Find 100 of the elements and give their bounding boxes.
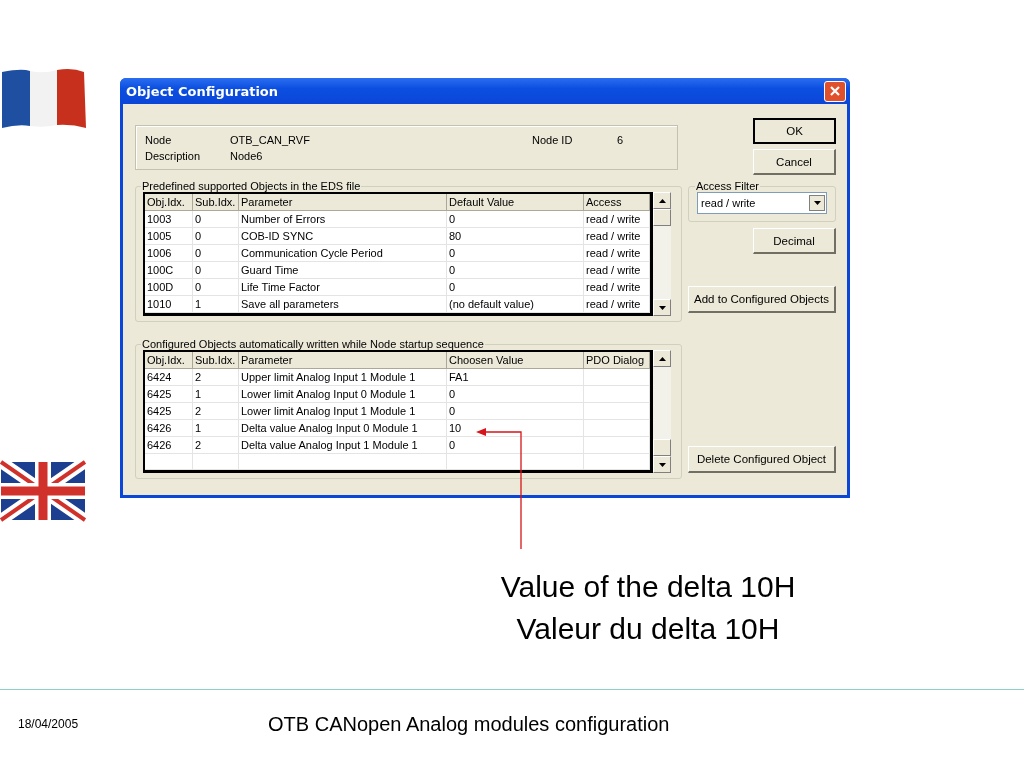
scroll-thumb[interactable] [653, 439, 671, 456]
table-cell: Life Time Factor [239, 279, 447, 296]
table-cell: 1010 [145, 296, 193, 313]
node-value: OTB_CAN_RVF [230, 133, 311, 146]
decimal-button[interactable]: Decimal [753, 228, 836, 254]
table-cell: 1006 [145, 245, 193, 262]
column-header[interactable]: Choosen Value [447, 352, 584, 369]
empty-cell [584, 369, 650, 386]
empty-cell [584, 403, 650, 420]
scrollbar[interactable] [653, 192, 671, 316]
table-cell: read / write [584, 296, 650, 313]
table-cell: 0 [447, 403, 584, 420]
table-cell: 0 [447, 211, 584, 228]
table-cell: Communication Cycle Period [239, 245, 447, 262]
table-cell: 2 [193, 369, 239, 386]
table-cell: 100C [145, 262, 193, 279]
table-cell: Upper limit Analog Input 1 Module 1 [239, 369, 447, 386]
table-cell: read / write [584, 211, 650, 228]
scroll-down-button[interactable] [653, 456, 671, 473]
table-cell: Lower limit Analog Input 1 Module 1 [239, 403, 447, 420]
node-id-label: Node ID [532, 133, 574, 146]
description-value: Node6 [230, 149, 264, 162]
table-cell: Delta value Analog Input 0 Module 1 [239, 420, 447, 437]
table-cell: Delta value Analog Input 1 Module 1 [239, 437, 447, 454]
table-cell: FA1 [447, 369, 584, 386]
table-cell: 0 [193, 245, 239, 262]
callout-text: Value of the delta 10H Valeur du delta 10H [499, 569, 797, 647]
table-cell: 80 [447, 228, 584, 245]
table-cell: COB-ID SYNC [239, 228, 447, 245]
column-header[interactable]: Parameter [239, 352, 447, 369]
close-button[interactable] [824, 80, 846, 102]
footer-date: 18/04/2005 [18, 717, 79, 731]
down-arrow-icon [658, 462, 666, 467]
table-cell: 6425 [145, 403, 193, 420]
up-arrow-icon [658, 198, 666, 203]
table-cell: read / write [584, 279, 650, 296]
table-cell: 2 [193, 403, 239, 420]
empty-cell [584, 420, 650, 437]
table-cell: 0 [447, 262, 584, 279]
column-header[interactable]: Default Value [447, 194, 584, 211]
table-cell: 100D [145, 279, 193, 296]
flag-icon [0, 68, 86, 130]
description-label: Description [145, 149, 202, 162]
table-cell: 2 [193, 437, 239, 454]
group-title: Predefined supported Objects in the EDS file [141, 180, 362, 192]
up-arrow-icon [658, 356, 666, 361]
scroll-down-button[interactable] [653, 299, 671, 316]
table-cell: 6426 [145, 420, 193, 437]
table-cell: 0 [447, 386, 584, 403]
scroll-up-button[interactable] [653, 192, 671, 209]
table-cell: 6424 [145, 369, 193, 386]
add-to-configured-button[interactable]: Add to Configured Objects [688, 286, 836, 313]
table-cell: 0 [193, 262, 239, 279]
table-cell: Lower limit Analog Input 0 Module 1 [239, 386, 447, 403]
group-title: Configured Objects automatically written while Node startup sequence [141, 338, 485, 350]
dropdown-arrow-icon [813, 201, 821, 205]
table-cell: 0 [193, 211, 239, 228]
column-header[interactable]: Access [584, 194, 650, 211]
column-header[interactable]: Sub.Idx. [193, 352, 239, 369]
table-cell: 1003 [145, 211, 193, 228]
column-header[interactable]: Sub.Idx. [193, 194, 239, 211]
close-icon [829, 85, 841, 97]
column-header[interactable]: PDO Dialog [584, 352, 650, 369]
scrollbar[interactable] [653, 350, 671, 473]
column-header[interactable]: Obj.Idx. [145, 194, 193, 211]
table-cell: (no default value) [447, 296, 584, 313]
table-cell: 1 [193, 386, 239, 403]
column-header[interactable]: Obj.Idx. [145, 352, 193, 369]
table-cell: 1 [193, 296, 239, 313]
node-label: Node [145, 133, 173, 146]
scroll-thumb[interactable] [653, 209, 671, 226]
table-cell: 0 [447, 279, 584, 296]
table-cell: 6425 [145, 386, 193, 403]
empty-cell [584, 386, 650, 403]
empty-cell [145, 454, 193, 470]
table-cell: 1005 [145, 228, 193, 245]
table-cell: 6426 [145, 437, 193, 454]
cancel-button[interactable]: Cancel [753, 149, 836, 175]
footer-title: OTB CANopen Analog modules configuration [268, 712, 670, 736]
delete-configured-button[interactable]: Delete Configured Object [688, 446, 836, 473]
window-title: Object Configuration [126, 83, 279, 99]
table-cell: 0 [193, 279, 239, 296]
node-id-value: 6 [617, 133, 625, 146]
table-cell: 0 [193, 228, 239, 245]
scroll-up-button[interactable] [653, 350, 671, 367]
table-cell: read / write [584, 228, 650, 245]
access-filter-dropdown[interactable]: read / write [697, 192, 827, 214]
empty-cell [584, 454, 650, 470]
ok-button[interactable]: OK [753, 118, 836, 144]
table-cell: 0 [447, 245, 584, 262]
empty-cell [193, 454, 239, 470]
table-cell: read / write [584, 245, 650, 262]
table-cell: 1 [193, 420, 239, 437]
table-cell: Number of Errors [239, 211, 447, 228]
table-cell: read / write [584, 262, 650, 279]
table-cell: Save all parameters [239, 296, 447, 313]
empty-cell [584, 437, 650, 454]
column-header[interactable]: Parameter [239, 194, 447, 211]
table-cell: 0 [447, 437, 584, 454]
down-arrow-icon [658, 305, 666, 310]
